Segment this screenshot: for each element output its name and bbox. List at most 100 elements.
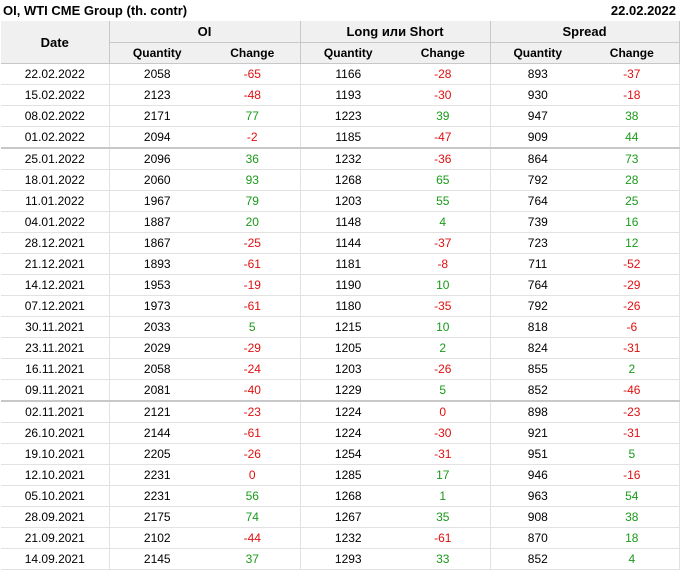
oi-quantity-cell: 2102 xyxy=(109,527,205,549)
table-row: 11.01.2022 1967 79 1203 55 764 25 xyxy=(1,190,680,212)
ls-change-cell: -37 xyxy=(396,232,491,254)
oi-quantity-cell: 2058 xyxy=(109,358,205,380)
oi-quantity-cell: 1973 xyxy=(109,295,205,317)
ls-change-cell: 10 xyxy=(396,316,491,338)
table-row: 14.12.2021 1953 -19 1190 10 764 -29 xyxy=(1,274,680,296)
spread-quantity-cell: 893 xyxy=(490,63,586,85)
oi-quantity-cell: 2096 xyxy=(109,147,205,170)
col-header-spread-quantity[interactable]: Quantity xyxy=(490,42,586,64)
col-header-date[interactable]: Date xyxy=(1,21,110,64)
oi-quantity-cell: 2231 xyxy=(109,464,205,486)
date-cell: 25.01.2022 xyxy=(1,147,110,170)
spread-quantity-cell: 909 xyxy=(490,126,586,149)
ls-change-cell: 65 xyxy=(396,169,491,191)
spread-quantity-cell: 921 xyxy=(490,422,586,444)
spread-change-cell: -31 xyxy=(585,337,680,359)
table-row: 26.10.2021 2144 -61 1224 -30 921 -31 xyxy=(1,422,680,444)
ls-change-cell: 55 xyxy=(396,190,491,212)
ls-quantity-cell: 1224 xyxy=(300,400,397,423)
oi-quantity-cell: 2175 xyxy=(109,506,205,528)
oi-change-cell: -44 xyxy=(205,527,301,549)
ls-change-cell: -30 xyxy=(396,84,491,106)
ls-change-cell: 39 xyxy=(396,105,491,127)
date-cell: 05.10.2021 xyxy=(1,485,110,507)
title-bar: OI, WTI CME Group (th. contr) 22.02.2022 xyxy=(0,0,680,21)
ls-quantity-cell: 1267 xyxy=(300,506,397,528)
ls-quantity-cell: 1232 xyxy=(300,527,397,549)
oi-quantity-cell: 2144 xyxy=(109,422,205,444)
date-cell: 14.09.2021 xyxy=(1,548,110,570)
table-row: 16.11.2021 2058 -24 1203 -26 855 2 xyxy=(1,358,680,380)
spread-change-cell: -16 xyxy=(585,464,680,486)
table-row: 28.09.2021 2175 74 1267 35 908 38 xyxy=(1,506,680,528)
table-row: 04.01.2022 1887 20 1148 4 739 16 xyxy=(1,211,680,233)
table-row: 21.12.2021 1893 -61 1181 -8 711 -52 xyxy=(1,253,680,275)
table-row: 14.09.2021 2145 37 1293 33 852 4 xyxy=(1,548,680,570)
oi-quantity-cell: 1967 xyxy=(109,190,205,212)
oi-quantity-cell: 1887 xyxy=(109,211,205,233)
col-group-oi[interactable]: OI xyxy=(109,21,301,43)
ls-quantity-cell: 1205 xyxy=(300,337,397,359)
ls-change-cell: -26 xyxy=(396,358,491,380)
oi-change-cell: 79 xyxy=(205,190,301,212)
oi-table: Date OI Long или Short Spread Quantity C… xyxy=(1,21,680,570)
date-cell: 09.11.2021 xyxy=(1,379,110,402)
date-cell: 16.11.2021 xyxy=(1,358,110,380)
spread-quantity-cell: 930 xyxy=(490,84,586,106)
ls-quantity-cell: 1293 xyxy=(300,548,397,570)
col-header-oi-change[interactable]: Change xyxy=(205,42,301,64)
table-row: 01.02.2022 2094 -2 1185 -47 909 44 xyxy=(1,126,680,149)
ls-quantity-cell: 1223 xyxy=(300,105,397,127)
spread-quantity-cell: 947 xyxy=(490,105,586,127)
col-group-long-short[interactable]: Long или Short xyxy=(300,21,491,43)
col-header-ls-change[interactable]: Change xyxy=(396,42,491,64)
table-row: 30.11.2021 2033 5 1215 10 818 -6 xyxy=(1,316,680,338)
ls-change-cell: 1 xyxy=(396,485,491,507)
ls-quantity-cell: 1166 xyxy=(300,63,397,85)
spread-quantity-cell: 818 xyxy=(490,316,586,338)
spread-quantity-cell: 764 xyxy=(490,274,586,296)
ls-quantity-cell: 1193 xyxy=(300,84,397,106)
spread-change-cell: -46 xyxy=(585,379,680,402)
spread-change-cell: 18 xyxy=(585,527,680,549)
date-cell: 15.02.2022 xyxy=(1,84,110,106)
oi-change-cell: 20 xyxy=(205,211,301,233)
table-row: 22.02.2022 2058 -65 1166 -28 893 -37 xyxy=(1,63,680,85)
oi-quantity-cell: 2081 xyxy=(109,379,205,402)
table-body: 22.02.2022 2058 -65 1166 -28 893 -37 15.02.2022… xyxy=(1,63,680,570)
date-cell: 11.01.2022 xyxy=(1,190,110,212)
table-row: 12.10.2021 2231 0 1285 17 946 -16 xyxy=(1,464,680,486)
spread-quantity-cell: 852 xyxy=(490,379,586,402)
col-header-spread-change[interactable]: Change xyxy=(585,42,680,64)
spread-quantity-cell: 908 xyxy=(490,506,586,528)
ls-change-cell: 17 xyxy=(396,464,491,486)
spread-change-cell: 54 xyxy=(585,485,680,507)
date-cell: 07.12.2021 xyxy=(1,295,110,317)
spread-change-cell: 25 xyxy=(585,190,680,212)
table-row: 08.02.2022 2171 77 1223 39 947 38 xyxy=(1,105,680,127)
table-row: 19.10.2021 2205 -26 1254 -31 951 5 xyxy=(1,443,680,465)
col-header-ls-quantity[interactable]: Quantity xyxy=(300,42,397,64)
col-header-oi-quantity[interactable]: Quantity xyxy=(109,42,205,64)
oi-quantity-cell: 2231 xyxy=(109,485,205,507)
table-row: 02.11.2021 2121 -23 1224 0 898 -23 xyxy=(1,400,680,423)
spread-quantity-cell: 870 xyxy=(490,527,586,549)
spread-change-cell: -23 xyxy=(585,400,680,423)
col-group-spread[interactable]: Spread xyxy=(490,21,680,43)
ls-change-cell: 33 xyxy=(396,548,491,570)
table-row: 18.01.2022 2060 93 1268 65 792 28 xyxy=(1,169,680,191)
date-cell: 30.11.2021 xyxy=(1,316,110,338)
spread-change-cell: -52 xyxy=(585,253,680,275)
spread-change-cell: -31 xyxy=(585,422,680,444)
table-row: 15.02.2022 2123 -48 1193 -30 930 -18 xyxy=(1,84,680,106)
oi-quantity-cell: 2058 xyxy=(109,63,205,85)
ls-change-cell: 0 xyxy=(396,400,491,423)
oi-quantity-cell: 2094 xyxy=(109,126,205,149)
spread-quantity-cell: 946 xyxy=(490,464,586,486)
spread-quantity-cell: 898 xyxy=(490,400,586,423)
ls-change-cell: 35 xyxy=(396,506,491,528)
oi-change-cell: -40 xyxy=(205,379,301,402)
spread-change-cell: 38 xyxy=(585,105,680,127)
ls-change-cell: -28 xyxy=(396,63,491,85)
oi-change-cell: -61 xyxy=(205,295,301,317)
